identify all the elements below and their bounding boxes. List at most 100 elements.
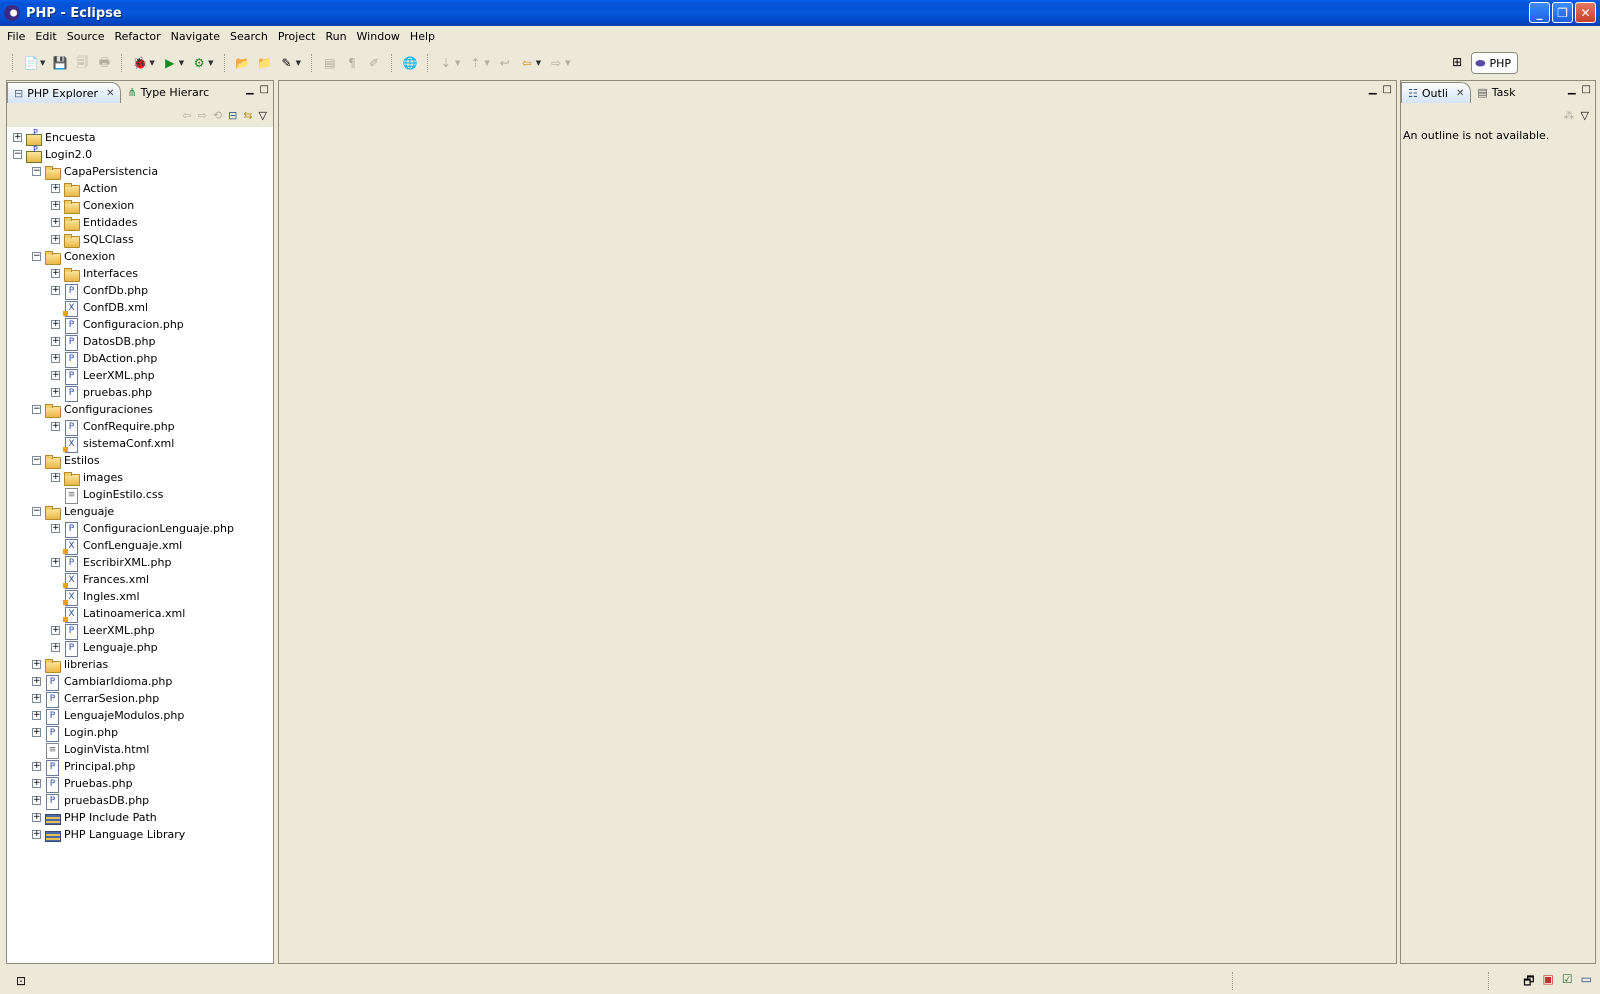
tab-tasks[interactable]: ▤ Task: [1471, 82, 1521, 103]
new-dropdown-icon[interactable]: ▼: [40, 59, 45, 67]
tree-item[interactable]: + LeerXML.php: [7, 622, 273, 640]
tree-item[interactable]: + librerias: [7, 656, 273, 673]
tree-item[interactable]: + Encuesta: [7, 128, 273, 146]
editor-area[interactable]: ▁ □: [278, 80, 1397, 964]
tab-php-explorer[interactable]: ⊟ PHP Explorer ✕: [7, 82, 122, 103]
minimize-view-icon[interactable]: ▁: [1568, 84, 1576, 95]
highlight-icon[interactable]: ✐: [366, 55, 382, 71]
expand-icon[interactable]: +: [51, 320, 60, 329]
minimize-view-icon[interactable]: ▁: [246, 84, 254, 95]
menu-file[interactable]: File: [2, 30, 30, 43]
web-browser-icon[interactable]: 🌐: [402, 55, 418, 71]
tree-item[interactable]: + Interfaces: [7, 265, 273, 282]
expand-icon[interactable]: +: [13, 133, 22, 142]
external-tools-icon[interactable]: ⚙: [191, 55, 207, 71]
run-icon[interactable]: ▶: [162, 55, 178, 71]
tree-item[interactable]: − Conexion: [7, 248, 273, 265]
expand-icon[interactable]: +: [51, 235, 60, 244]
save-all-icon[interactable]: 🗐: [74, 55, 90, 71]
tree-item[interactable]: + LenguajeModulos.php: [7, 707, 273, 725]
menu-edit[interactable]: Edit: [30, 30, 61, 43]
expand-icon[interactable]: +: [32, 779, 41, 788]
tree-item[interactable]: + CambiarIdioma.php: [7, 673, 273, 691]
collapse-icon[interactable]: −: [32, 456, 41, 465]
close-icon[interactable]: ✕: [106, 88, 114, 99]
tree-item[interactable]: + ConfDb.php: [7, 282, 273, 300]
expand-icon[interactable]: +: [51, 337, 60, 346]
tree-item[interactable]: Ingles.xml: [7, 588, 273, 606]
previous-annotation-dropdown-icon[interactable]: ▼: [484, 59, 489, 67]
expand-icon[interactable]: +: [51, 269, 60, 278]
open-project-icon[interactable]: 📁: [257, 55, 273, 71]
view-menu-icon[interactable]: ▽: [1581, 109, 1589, 122]
expand-icon[interactable]: +: [51, 218, 60, 227]
expand-icon[interactable]: +: [51, 371, 60, 380]
back-dropdown-icon[interactable]: ▼: [536, 59, 541, 67]
toggle-mark-icon[interactable]: ▤: [322, 55, 338, 71]
external-tools-dropdown-icon[interactable]: ▼: [208, 59, 213, 67]
tree-item[interactable]: + images: [7, 469, 273, 486]
tree-item[interactable]: + SQLClass: [7, 231, 273, 248]
tree-item[interactable]: + LeerXML.php: [7, 367, 273, 385]
menu-source[interactable]: Source: [62, 30, 110, 43]
link-with-editor-icon[interactable]: ⇆: [243, 109, 252, 122]
debug-dropdown-icon[interactable]: ▼: [149, 59, 154, 67]
tab-outline[interactable]: ☷ Outli ✕: [1401, 82, 1472, 103]
tree-item[interactable]: + Configuracion.php: [7, 316, 273, 334]
minimize-button[interactable]: _: [1529, 2, 1550, 23]
expand-icon[interactable]: +: [51, 643, 60, 652]
expand-icon[interactable]: +: [32, 813, 41, 822]
up-icon[interactable]: ⟲: [213, 109, 222, 122]
back-icon[interactable]: ⇦: [182, 109, 191, 122]
expand-icon[interactable]: +: [32, 830, 41, 839]
tree-item[interactable]: + Conexion: [7, 197, 273, 214]
menu-help[interactable]: Help: [405, 30, 440, 43]
expand-icon[interactable]: +: [51, 524, 60, 533]
menu-window[interactable]: Window: [352, 30, 405, 43]
restore-button[interactable]: ❐: [1552, 2, 1573, 23]
menu-search[interactable]: Search: [225, 30, 273, 43]
print-icon[interactable]: 🖶: [96, 55, 112, 71]
maximize-editor-icon[interactable]: □: [1383, 84, 1392, 95]
menu-navigate[interactable]: Navigate: [166, 30, 225, 43]
expand-icon[interactable]: +: [51, 422, 60, 431]
expand-icon[interactable]: +: [32, 796, 41, 805]
tree-item[interactable]: + Entidades: [7, 214, 273, 231]
new-icon[interactable]: 📄: [23, 55, 39, 71]
tree-item[interactable]: + pruebas.php: [7, 384, 273, 402]
tasks-status-icon[interactable]: ☑: [1562, 972, 1573, 993]
close-icon[interactable]: ✕: [1456, 88, 1464, 99]
problems-icon[interactable]: ▣: [1543, 972, 1554, 993]
tree-item[interactable]: + Principal.php: [7, 758, 273, 776]
tree-item[interactable]: − Configuraciones: [7, 401, 273, 418]
debug-icon[interactable]: 🐞: [132, 55, 148, 71]
tree-item[interactable]: LoginVista.html: [7, 741, 273, 759]
expand-icon[interactable]: +: [51, 388, 60, 397]
maximize-view-icon[interactable]: □: [260, 84, 269, 95]
next-annotation-icon[interactable]: ⇣: [438, 55, 454, 71]
expand-icon[interactable]: +: [51, 473, 60, 482]
wizard-dropdown-icon[interactable]: ▼: [296, 59, 301, 67]
run-dropdown-icon[interactable]: ▼: [179, 59, 184, 67]
expand-icon[interactable]: +: [32, 677, 41, 686]
expand-icon[interactable]: +: [51, 184, 60, 193]
menu-project[interactable]: Project: [273, 30, 321, 43]
collapse-icon[interactable]: −: [13, 150, 22, 159]
expand-icon[interactable]: +: [51, 354, 60, 363]
php-perspective-button[interactable]: ⬬ PHP: [1471, 52, 1518, 74]
back-arrow-icon[interactable]: ⇦: [519, 55, 535, 71]
expand-icon[interactable]: +: [32, 660, 41, 669]
forward-arrow-icon[interactable]: ⇨: [548, 55, 564, 71]
tree-item[interactable]: + DatosDB.php: [7, 333, 273, 351]
previous-annotation-icon[interactable]: ⇡: [467, 55, 483, 71]
maximize-view-icon[interactable]: □: [1582, 84, 1591, 95]
tree-item[interactable]: − Lenguaje: [7, 503, 273, 520]
tree-item[interactable]: ConfDB.xml: [7, 299, 273, 317]
tree-item[interactable]: sistemaConf.xml: [7, 435, 273, 453]
show-whitespace-icon[interactable]: ¶: [344, 55, 360, 71]
next-annotation-dropdown-icon[interactable]: ▼: [455, 59, 460, 67]
collapse-icon[interactable]: −: [32, 167, 41, 176]
wizard-icon[interactable]: ✎: [279, 55, 295, 71]
save-icon[interactable]: 💾: [52, 55, 68, 71]
restore-icon[interactable]: 🗗: [1523, 972, 1534, 993]
